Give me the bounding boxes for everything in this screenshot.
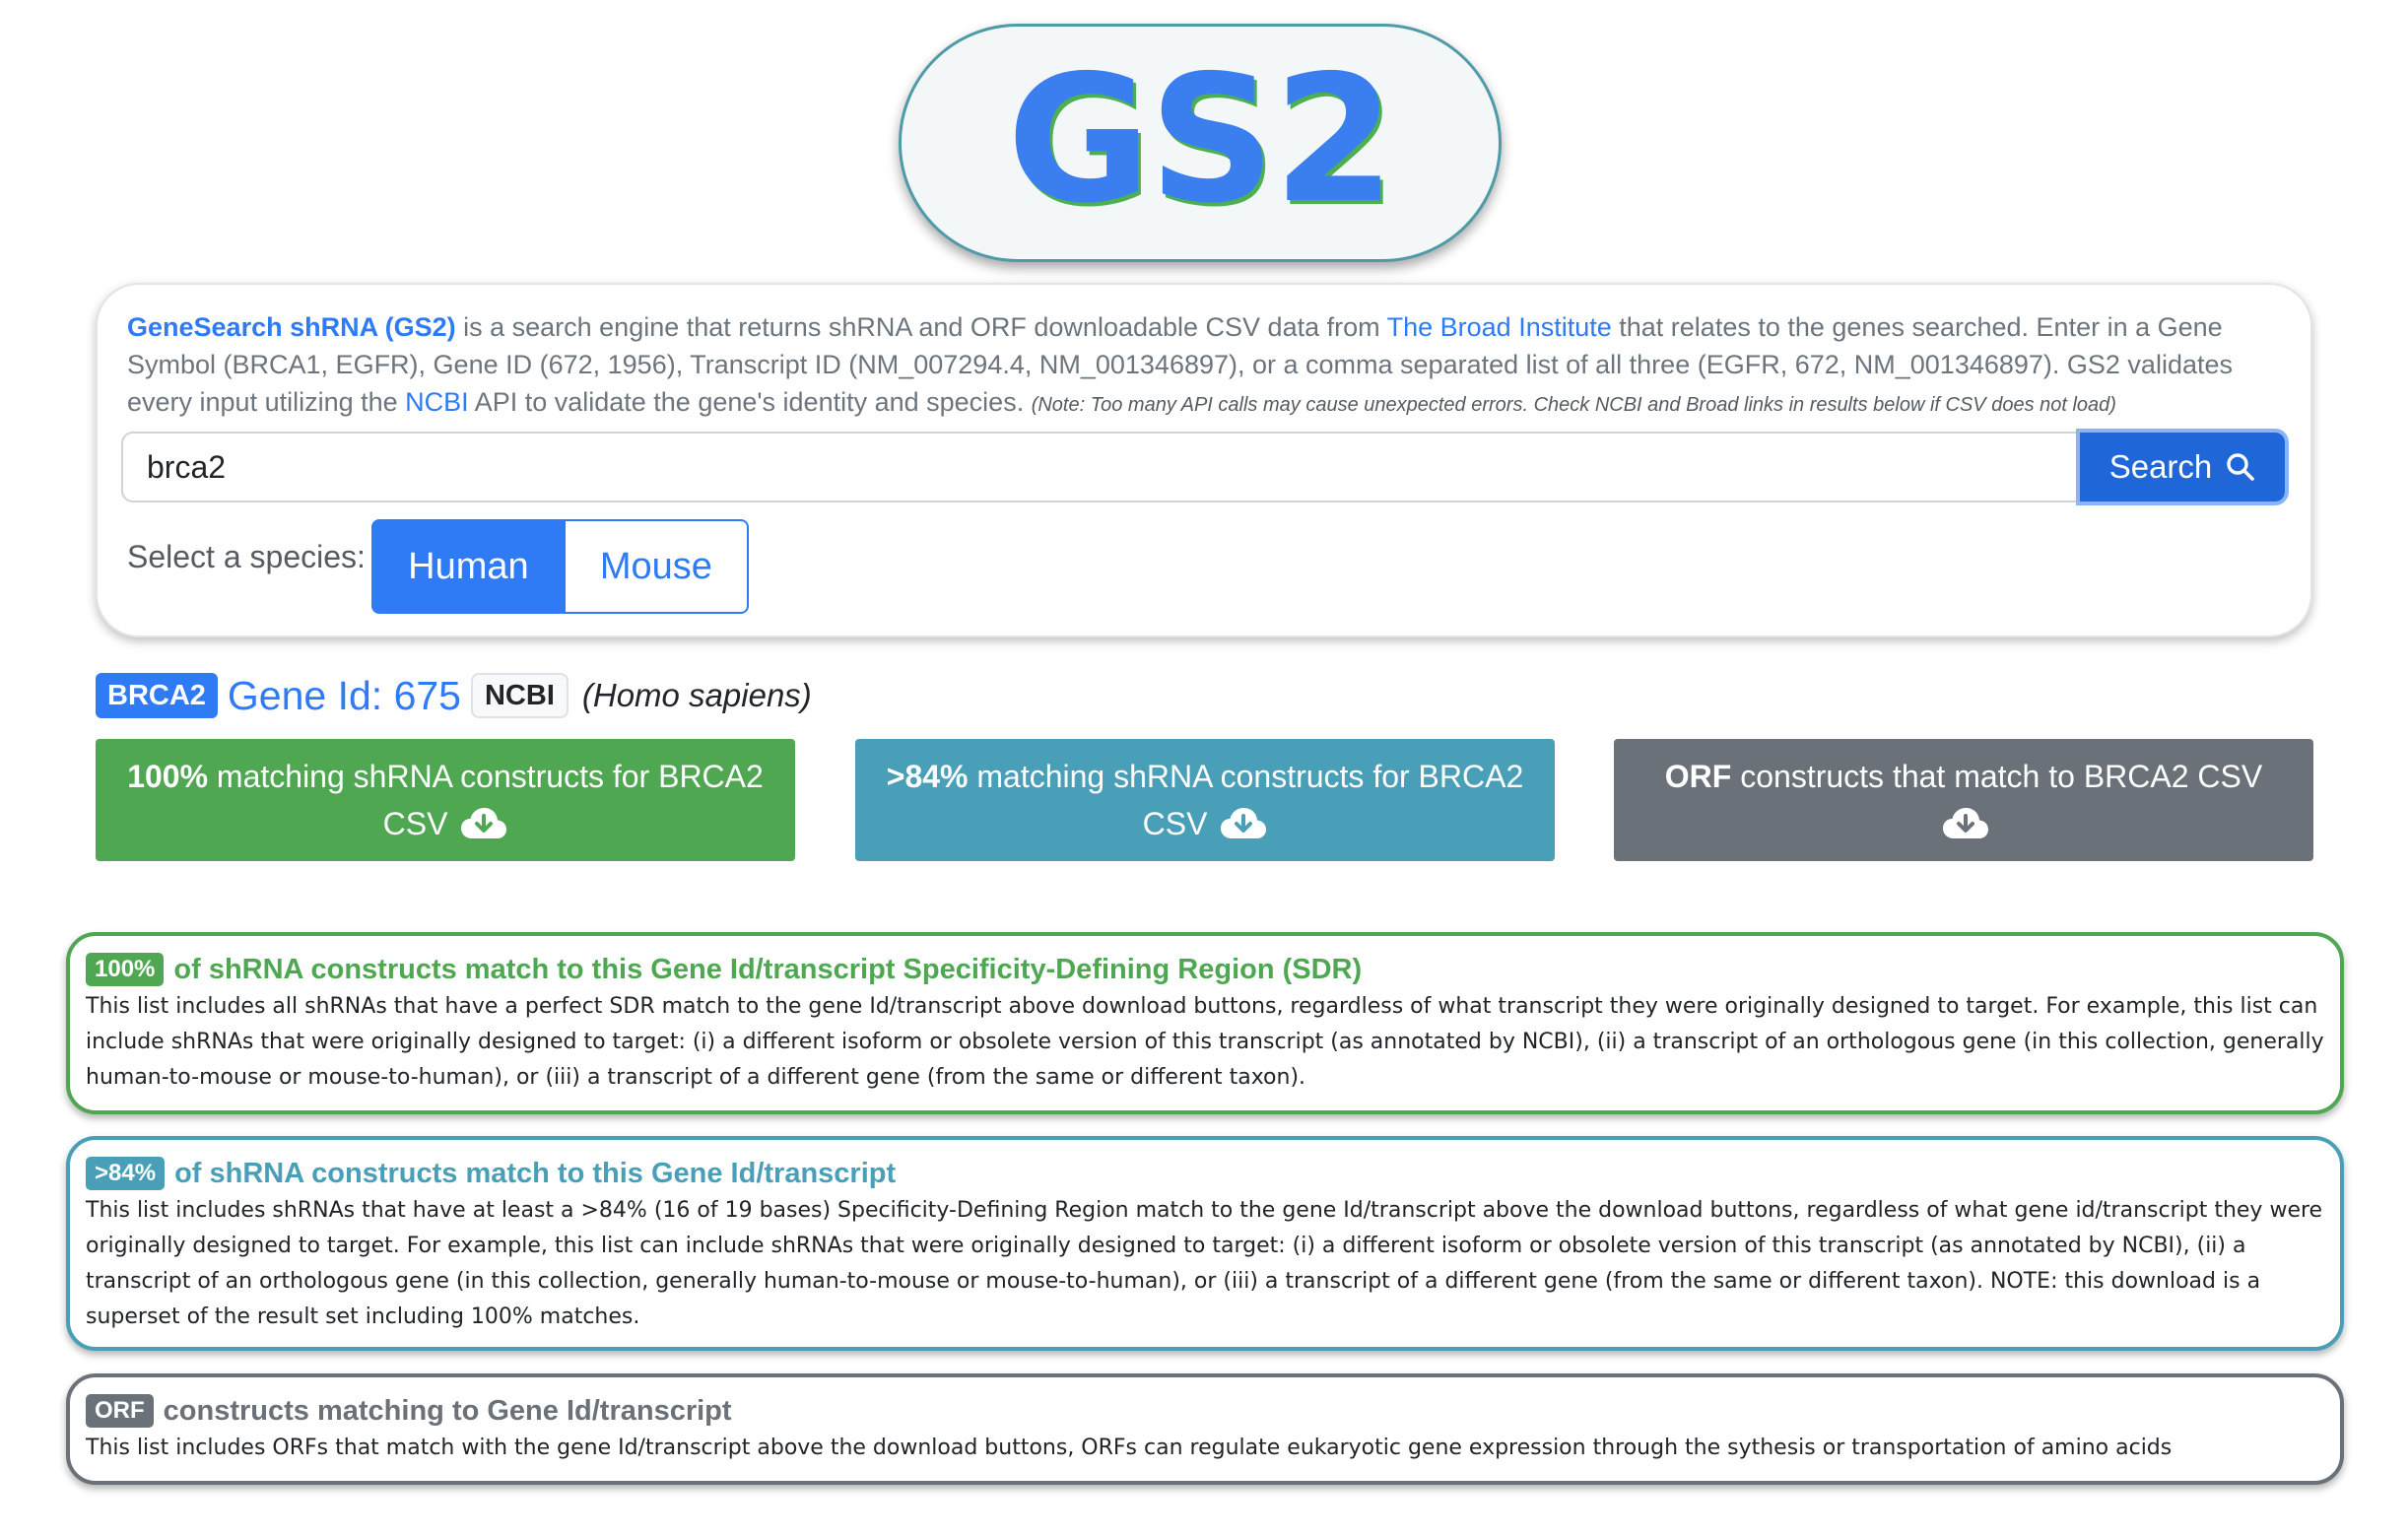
intro-text: GeneSearch shRNA (GS2) is a search engin…: [127, 308, 2285, 424]
species-name: (Homo sapiens): [581, 677, 812, 713]
panel-title-text-orf: constructs matching to Gene Id/transcrip…: [163, 1395, 732, 1427]
panel-title-84: >84% of shRNA constructs match to this G…: [86, 1156, 2324, 1191]
panel-body-orf: This list includes ORFs that match with …: [86, 1436, 2173, 1460]
info-panel-100: 100% of shRNA constructs match to this G…: [66, 932, 2344, 1114]
species-option-mouse[interactable]: Mouse: [565, 519, 749, 614]
ncbi-gene-link[interactable]: NCBI: [470, 673, 569, 718]
gene-result-header: BRCA2 Gene Id: 675 NCBI (Homo sapiens): [96, 670, 812, 721]
ncbi-link[interactable]: NCBI: [405, 387, 469, 417]
download-orf-label: constructs that match to BRCA2 CSV: [1731, 759, 2263, 794]
gene-id-label: Gene Id: 675: [227, 672, 461, 718]
cloud-download-icon: [1221, 807, 1267, 838]
panel-badge-84: >84%: [86, 1157, 166, 1190]
search-card: GeneSearch shRNA (GS2) is a search engin…: [96, 283, 2312, 637]
gs2-link[interactable]: GeneSearch shRNA (GS2): [127, 312, 456, 342]
search-row: Search: [121, 429, 2289, 505]
species-toggle-group: Human Mouse: [370, 519, 749, 614]
species-label: Select a species:: [127, 539, 366, 574]
species-option-human[interactable]: Human: [370, 519, 566, 614]
search-button[interactable]: Search: [2076, 429, 2289, 505]
panel-body-84: This list includes shRNAs that have at l…: [86, 1198, 2323, 1329]
broad-institute-link[interactable]: The Broad Institute: [1387, 312, 1612, 342]
panel-body-100: This list includes all shRNAs that have …: [86, 994, 2324, 1090]
download-orf-button[interactable]: ORF constructs that match to BRCA2 CSV: [1614, 739, 2313, 861]
panel-title-text-84: of shRNA constructs match to this Gene I…: [174, 1158, 897, 1189]
info-panel-orf: ORF constructs matching to Gene Id/trans…: [66, 1373, 2344, 1485]
api-note: (Note: Too many API calls may cause unex…: [1031, 394, 2116, 416]
download-84-button[interactable]: >84% matching shRNA constructs for BRCA2…: [855, 739, 1555, 861]
species-row: Select a species: Human Mouse: [127, 519, 749, 614]
panel-title-100: 100% of shRNA constructs match to this G…: [86, 952, 2324, 987]
gs2-logo: GS2: [899, 24, 1502, 262]
magnifier-icon: [2227, 453, 2255, 481]
panel-badge-100: 100%: [86, 953, 165, 986]
cloud-download-icon: [461, 807, 507, 838]
download-84-bold: >84%: [886, 759, 969, 794]
download-100-bold: 100%: [127, 759, 209, 794]
download-100-button[interactable]: 100% matching shRNA constructs for BRCA2…: [96, 739, 795, 861]
info-panel-84: >84% of shRNA constructs match to this G…: [66, 1136, 2344, 1351]
intro-text-1: is a search engine that returns shRNA an…: [455, 312, 1387, 342]
panel-title-orf: ORF constructs matching to Gene Id/trans…: [86, 1393, 2324, 1429]
panel-title-text-100: of shRNA constructs match to this Gene I…: [173, 954, 1363, 985]
gene-symbol-badge: BRCA2: [96, 673, 218, 718]
search-input[interactable]: [121, 432, 2076, 502]
logo-text: GS2: [1006, 37, 1395, 241]
intro-text-3: API to validate the gene's identity and …: [468, 387, 1032, 417]
cloud-download-icon: [1943, 807, 1988, 838]
search-button-label: Search: [2108, 448, 2213, 485]
download-orf-bold: ORF: [1664, 759, 1732, 794]
panel-badge-orf: ORF: [86, 1394, 154, 1428]
